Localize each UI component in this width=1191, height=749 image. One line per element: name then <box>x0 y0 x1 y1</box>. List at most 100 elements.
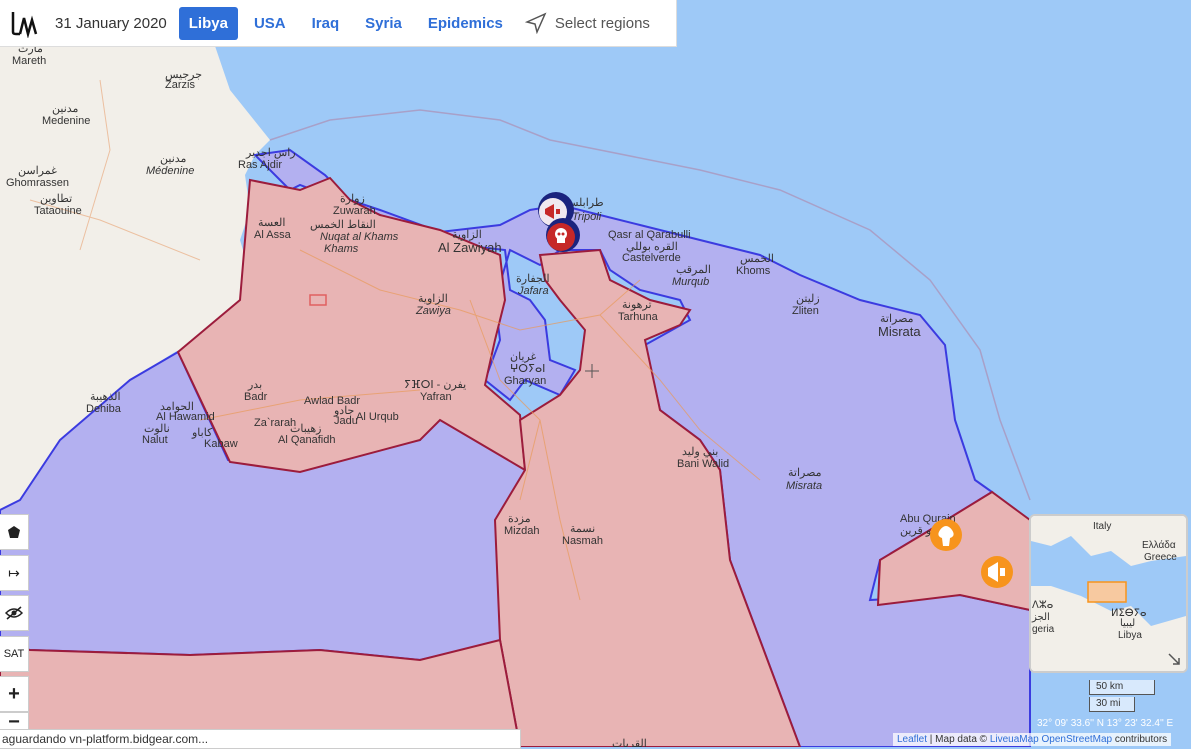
osm-link[interactable]: OpenStreetMap <box>1042 734 1113 745</box>
svg-text:نسمة: نسمة <box>570 523 595 535</box>
svg-text:الذهيبة: الذهيبة <box>90 391 121 403</box>
tab-syria[interactable]: Syria <box>355 7 412 40</box>
map-canvas[interactable]: مارث Mareth جرجيس Zarzis مدنين Medenine … <box>0 0 1191 747</box>
svg-text:زوارة: زوارة <box>340 193 365 205</box>
svg-text:Murqub: Murqub <box>672 276 709 288</box>
svg-text:Ghomrassen: Ghomrassen <box>6 177 69 189</box>
svg-text:الجفارة: الجفارة <box>516 273 550 285</box>
attribution: Leaflet | Map data © LiveuaMap OpenStree… <box>893 733 1172 746</box>
svg-text:Zawiya: Zawiya <box>415 305 451 317</box>
liveuamap-logo[interactable] <box>8 8 44 38</box>
svg-text:Medenine: Medenine <box>42 115 90 127</box>
measure-icon: ↦ <box>8 564 20 581</box>
svg-text:تطاوين: تطاوين <box>40 193 72 205</box>
svg-text:مدنين: مدنين <box>52 103 79 115</box>
svg-text:مزدة: مزدة <box>508 513 531 525</box>
svg-text:Castelverde: Castelverde <box>622 252 681 264</box>
svg-text:العسة: العسة <box>258 217 285 229</box>
minimap-canvas: Italy Ελλάδα Greece ⵍⵉⴱⵢⴰ ليبيا Libya ⴷⵣ… <box>1031 516 1186 671</box>
svg-text:Zliten: Zliten <box>792 305 819 317</box>
svg-text:Jafara: Jafara <box>517 285 549 297</box>
svg-text:مصراتة: مصراتة <box>788 467 822 479</box>
tab-libya[interactable]: Libya <box>178 6 238 40</box>
hide-layer-button[interactable] <box>0 595 29 631</box>
cursor-coordinates: 32° 09' 33.6'' N 13° 23' 32.4'' E <box>1037 718 1174 729</box>
browser-status-bar: aguardando vn-platform.bidgear.com... <box>0 729 521 749</box>
svg-text:Nuqat al Khams: Nuqat al Khams <box>320 231 399 243</box>
svg-text:Nalut: Nalut <box>142 434 168 446</box>
navigation-arrow-icon <box>524 12 547 34</box>
svg-text:المرقب: المرقب <box>676 264 711 276</box>
top-navigation-bar: 31 January 2020 Libya USA Iraq Syria Epi… <box>0 0 677 47</box>
svg-text:الخمس: الخمس <box>740 253 774 265</box>
svg-text:Dehiba: Dehiba <box>86 403 122 415</box>
svg-text:Mizdah: Mizdah <box>504 525 539 537</box>
svg-text:Badr: Badr <box>244 391 268 403</box>
svg-text:Ras Ajdir: Ras Ajdir <box>238 159 282 171</box>
svg-text:Tripoli: Tripoli <box>572 211 602 223</box>
svg-text:Libya: Libya <box>1118 630 1142 641</box>
svg-text:ⵖⵔⵢⴰⵏ: ⵖⵔⵢⴰⵏ <box>510 363 545 375</box>
svg-text:Tataouine: Tataouine <box>34 205 82 217</box>
draw-polygon-button[interactable] <box>0 514 29 550</box>
svg-text:غمراسن: غمراسن <box>18 165 57 177</box>
leaflet-link[interactable]: Leaflet <box>897 734 927 745</box>
scale-mi: 30 mi <box>1089 697 1135 712</box>
tab-iraq[interactable]: Iraq <box>302 7 350 40</box>
svg-text:Khams: Khams <box>324 243 359 255</box>
skull-icon[interactable] <box>546 218 580 252</box>
svg-text:Mareth: Mareth <box>12 55 46 67</box>
eye-slash-icon <box>5 606 23 620</box>
svg-text:زليتن: زليتن <box>796 293 820 305</box>
tab-usa[interactable]: USA <box>244 7 296 40</box>
svg-text:راس اجدير: راس اجدير <box>245 147 296 159</box>
svg-text:Greece: Greece <box>1144 552 1177 563</box>
current-date[interactable]: 31 January 2020 <box>55 15 167 32</box>
svg-text:الجز: الجز <box>1031 612 1050 623</box>
svg-text:ليبيا: ليبيا <box>1120 618 1135 629</box>
svg-text:بدر: بدر <box>247 379 262 391</box>
svg-text:Ελλάδα: Ελλάδα <box>1142 539 1176 551</box>
satellite-toggle[interactable]: SAT <box>0 636 29 672</box>
svg-text:النقاط الخمس: النقاط الخمس <box>310 219 376 231</box>
svg-text:Jadu: Jadu <box>334 415 358 427</box>
svg-text:Qasr al Qarabulli: Qasr al Qarabulli <box>608 229 691 241</box>
svg-text:الزاوية: الزاوية <box>418 293 448 305</box>
svg-text:Al Qanafidh: Al Qanafidh <box>278 434 335 446</box>
svg-text:Médenine: Médenine <box>146 165 194 177</box>
svg-text:Al Zawiyah: Al Zawiyah <box>438 240 502 255</box>
svg-text:بني وليد: بني وليد <box>682 446 718 458</box>
svg-text:Nasmah: Nasmah <box>562 535 603 547</box>
svg-text:Italy: Italy <box>1093 521 1111 532</box>
svg-text:Gharyan: Gharyan <box>504 375 546 387</box>
svg-text:Misrata: Misrata <box>786 480 822 492</box>
svg-text:ⵢⴼⵔⵏ - يفرن: ⵢⴼⵔⵏ - يفرن <box>404 379 466 391</box>
svg-text:ترهونة: ترهونة <box>622 299 652 311</box>
svg-text:Bani Walid: Bani Walid <box>677 458 729 470</box>
svg-text:Tarhuna: Tarhuna <box>618 311 659 323</box>
svg-text:مدنين: مدنين <box>160 153 187 165</box>
svg-text:Al Assa: Al Assa <box>254 229 292 241</box>
svg-text:القريات: القريات <box>612 738 647 747</box>
tab-epidemics[interactable]: Epidemics <box>418 7 513 40</box>
measure-button[interactable]: ↦ <box>0 555 29 591</box>
svg-text:Misrata: Misrata <box>878 324 921 339</box>
svg-text:Al Urqub: Al Urqub <box>356 411 399 423</box>
select-regions-button[interactable]: Select regions <box>524 12 650 34</box>
zoom-in-button[interactable]: + <box>0 676 29 712</box>
svg-text:ⴷⵣⴰ: ⴷⵣⴰ <box>1032 600 1053 611</box>
svg-text:Al Hawamid: Al Hawamid <box>156 411 215 423</box>
svg-text:Yafran: Yafran <box>420 391 452 403</box>
svg-text:Zarzis: Zarzis <box>165 79 195 91</box>
select-regions-label: Select regions <box>554 14 650 32</box>
svg-text:Khoms: Khoms <box>736 265 771 277</box>
svg-text:geria: geria <box>1032 624 1055 635</box>
polygon-icon <box>8 526 20 538</box>
explosion-icon[interactable] <box>930 519 962 551</box>
liveuamap-link[interactable]: LiveuaMap <box>990 734 1039 745</box>
svg-text:Kabaw: Kabaw <box>204 438 238 450</box>
svg-text:غريان: غريان <box>510 351 537 363</box>
protest-megaphone-icon[interactable] <box>981 556 1013 588</box>
svg-text:Zuwarah: Zuwarah <box>333 205 376 217</box>
minimap[interactable]: Italy Ελλάδα Greece ⵍⵉⴱⵢⴰ ليبيا Libya ⴷⵣ… <box>1029 514 1188 673</box>
